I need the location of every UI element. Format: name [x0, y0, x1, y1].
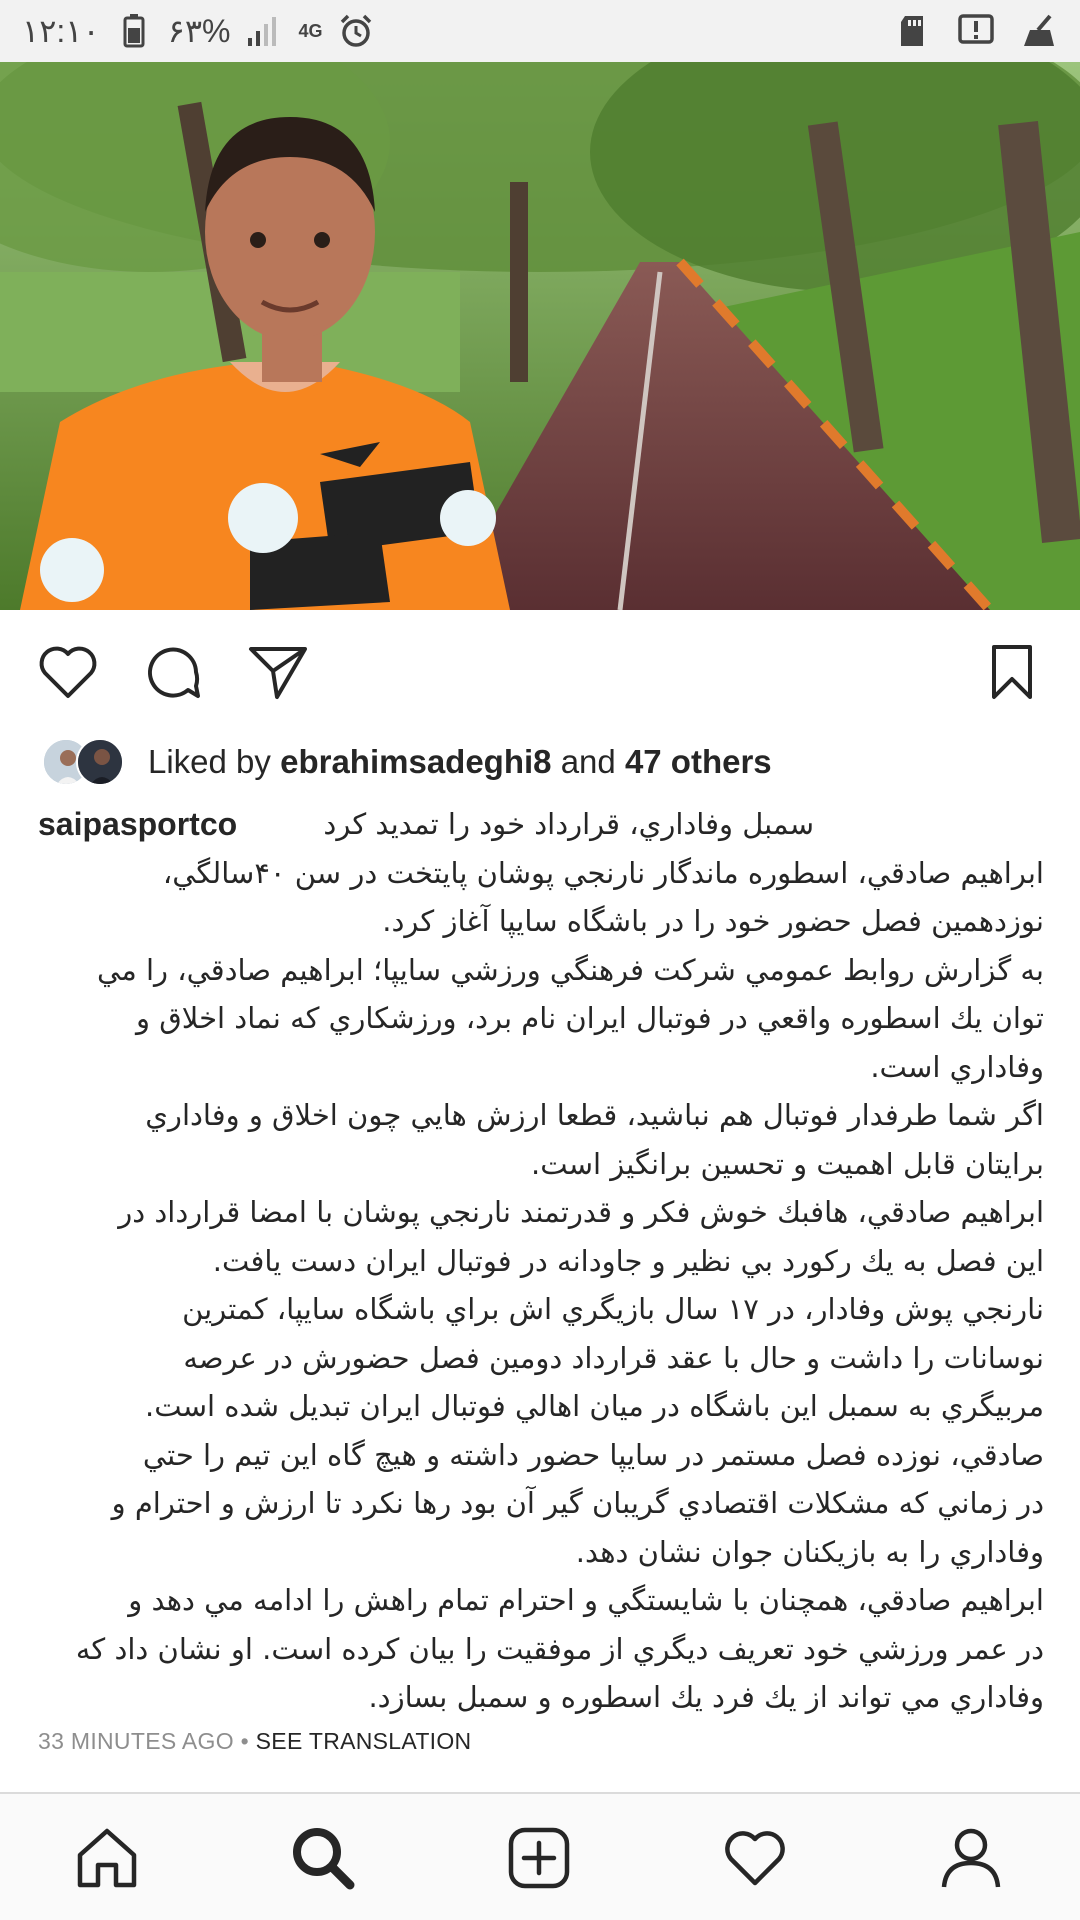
- nav-home[interactable]: [71, 1824, 143, 1896]
- meta-separator: •: [233, 1728, 256, 1754]
- caption-first-line: saipasportco سمبل وفاداري، قرارداد خود ر…: [38, 800, 1044, 849]
- send-icon: [247, 643, 309, 706]
- caption-line: ابراهيم صادقي، همچنان با شايستگي و احترا…: [128, 1583, 1044, 1617]
- nav-search[interactable]: [287, 1824, 359, 1896]
- network-type: 4G: [298, 20, 323, 41]
- likes-prefix: Liked by: [148, 743, 271, 780]
- caption-line: ابراهيم صادقي، اسطوره ماندگار نارنجي پوش…: [162, 855, 1044, 890]
- liker-username[interactable]: ebrahimsadeghi8: [280, 743, 551, 780]
- caption-line: در عمر ورزشي خود تعريف ديگري از موفقيت ر…: [75, 1631, 1044, 1666]
- nav-profile[interactable]: [935, 1824, 1007, 1896]
- post-actions: [0, 620, 1080, 720]
- like-button[interactable]: [36, 642, 100, 706]
- battery-percent: ۶۳%: [167, 13, 231, 49]
- comment-icon: [144, 642, 204, 707]
- bookmark-icon: [988, 643, 1036, 706]
- alert-icon: [956, 11, 996, 51]
- caption-line: اين فصل به يك ركورد بي نظير و جاودانه در…: [212, 1243, 1044, 1278]
- cleaner-icon: [1018, 11, 1058, 51]
- caption-line: در زماني كه مشكلات اقتصادي گريبان گير آن…: [111, 1486, 1044, 1520]
- see-translation-link[interactable]: SEE TRANSLATION: [256, 1728, 472, 1754]
- caption-line: ابراهيم صادقي، هافبك خوش فكر و قدرتمند ن…: [118, 1195, 1044, 1229]
- profile-icon: [938, 1825, 1004, 1896]
- likes-and: and: [560, 743, 616, 780]
- home-icon: [74, 1825, 140, 1896]
- status-right: [894, 11, 1058, 51]
- caption-line: توان يك اسطوره واقعي در فوتبال ايران نام…: [136, 1001, 1044, 1035]
- caption-line: صادقي، نوزده فصل مستمر در سايپا حضور داش…: [142, 1437, 1044, 1472]
- clock: ۱۲:۱۰: [22, 13, 100, 49]
- caption-headline: سمبل وفاداري، قرارداد خود را تمديد كرد: [323, 807, 814, 841]
- liker-avatars: [40, 736, 130, 788]
- signal-icon: [244, 11, 284, 51]
- status-bar: ۱۲:۱۰ ۶۳% 4G: [0, 0, 1080, 62]
- comment-button[interactable]: [142, 642, 206, 706]
- caption-line: وفاداري است.: [870, 1049, 1044, 1084]
- sd-card-icon: [894, 11, 934, 51]
- caption-username[interactable]: saipasportco: [38, 800, 237, 849]
- likes-text: Liked by ebrahimsadeghi8 and 47 others: [148, 743, 772, 781]
- alarm-icon: [336, 11, 376, 51]
- status-left: ۱۲:۱۰ ۶۳% 4G: [22, 11, 376, 51]
- caption-line: برايتان قابل اهميت و تحسين برانگيز است.: [531, 1146, 1044, 1181]
- post-photo[interactable]: [0, 62, 1080, 610]
- post-meta: 33 MINUTES AGO • SEE TRANSLATION: [38, 1728, 471, 1755]
- caption-line: به گزارش روابط عمومي شركت فرهنگي ورزشي س…: [97, 952, 1044, 987]
- caption-line: نوسانات را داشت و حال با عقد قرارداد دوم…: [183, 1340, 1044, 1375]
- search-icon: [290, 1825, 356, 1896]
- caption-line: اگر شما طرفدار فوتبال هم نباشيد، قطعا ار…: [145, 1098, 1044, 1132]
- others-count[interactable]: 47 others: [625, 743, 772, 780]
- likes-summary[interactable]: Liked by ebrahimsadeghi8 and 47 others: [40, 735, 772, 789]
- bottom-nav: [0, 1792, 1080, 1920]
- share-button[interactable]: [246, 642, 310, 706]
- caption-line: نارنجي پوش وفادار، در ۱۷ سال بازيگري اش …: [182, 1292, 1044, 1326]
- nav-add[interactable]: [503, 1824, 575, 1896]
- nav-activity[interactable]: [719, 1824, 791, 1896]
- caption-line: نوزدهمين فصل حضور خود را در باشگاه سايپا…: [382, 904, 1044, 938]
- avatar: [76, 738, 124, 786]
- post-time: 33 MINUTES AGO: [38, 1728, 234, 1754]
- heart-icon: [37, 644, 99, 705]
- save-button[interactable]: [980, 642, 1044, 706]
- caption: saipasportco سمبل وفاداري، قرارداد خود ر…: [38, 800, 1044, 1722]
- caption-line: وفاداري مي تواند از يك فرد يك اسطوره و س…: [368, 1680, 1044, 1714]
- heart-icon: [722, 1828, 788, 1893]
- post-photo-illustration: [0, 62, 1080, 610]
- battery-icon: [114, 11, 154, 51]
- caption-line: مربيگري به سمبل اين باشگاه در ميان اهالي…: [145, 1389, 1044, 1423]
- add-post-icon: [506, 1825, 572, 1896]
- caption-line: وفاداري را به بازيكنان جوان نشان دهد.: [575, 1534, 1044, 1569]
